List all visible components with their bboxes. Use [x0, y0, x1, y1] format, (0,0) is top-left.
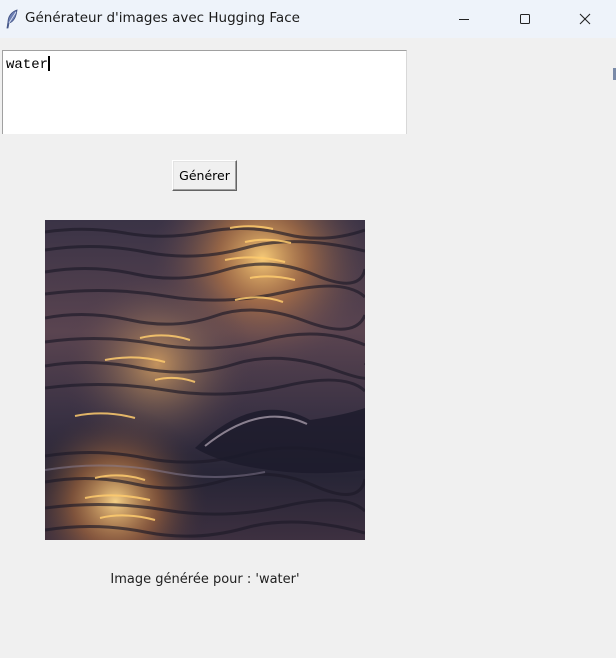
maximize-button[interactable] [501, 0, 549, 38]
prompt-input[interactable]: water [2, 50, 407, 134]
window-title: Générateur d'images avec Hugging Face [25, 10, 300, 26]
maximize-icon [519, 13, 531, 25]
generate-button[interactable]: Générer [172, 160, 237, 191]
text-caret [48, 56, 50, 71]
feather-icon [5, 9, 19, 29]
title-bar: Générateur d'images avec Hugging Face [0, 0, 616, 38]
close-button[interactable] [561, 0, 609, 38]
prompt-input-value: water [6, 56, 50, 73]
generated-image [45, 220, 365, 540]
close-icon [579, 13, 591, 25]
minimize-button[interactable] [440, 0, 488, 38]
minimize-icon [458, 13, 470, 25]
image-caption: Image générée pour : 'water' [110, 572, 300, 587]
